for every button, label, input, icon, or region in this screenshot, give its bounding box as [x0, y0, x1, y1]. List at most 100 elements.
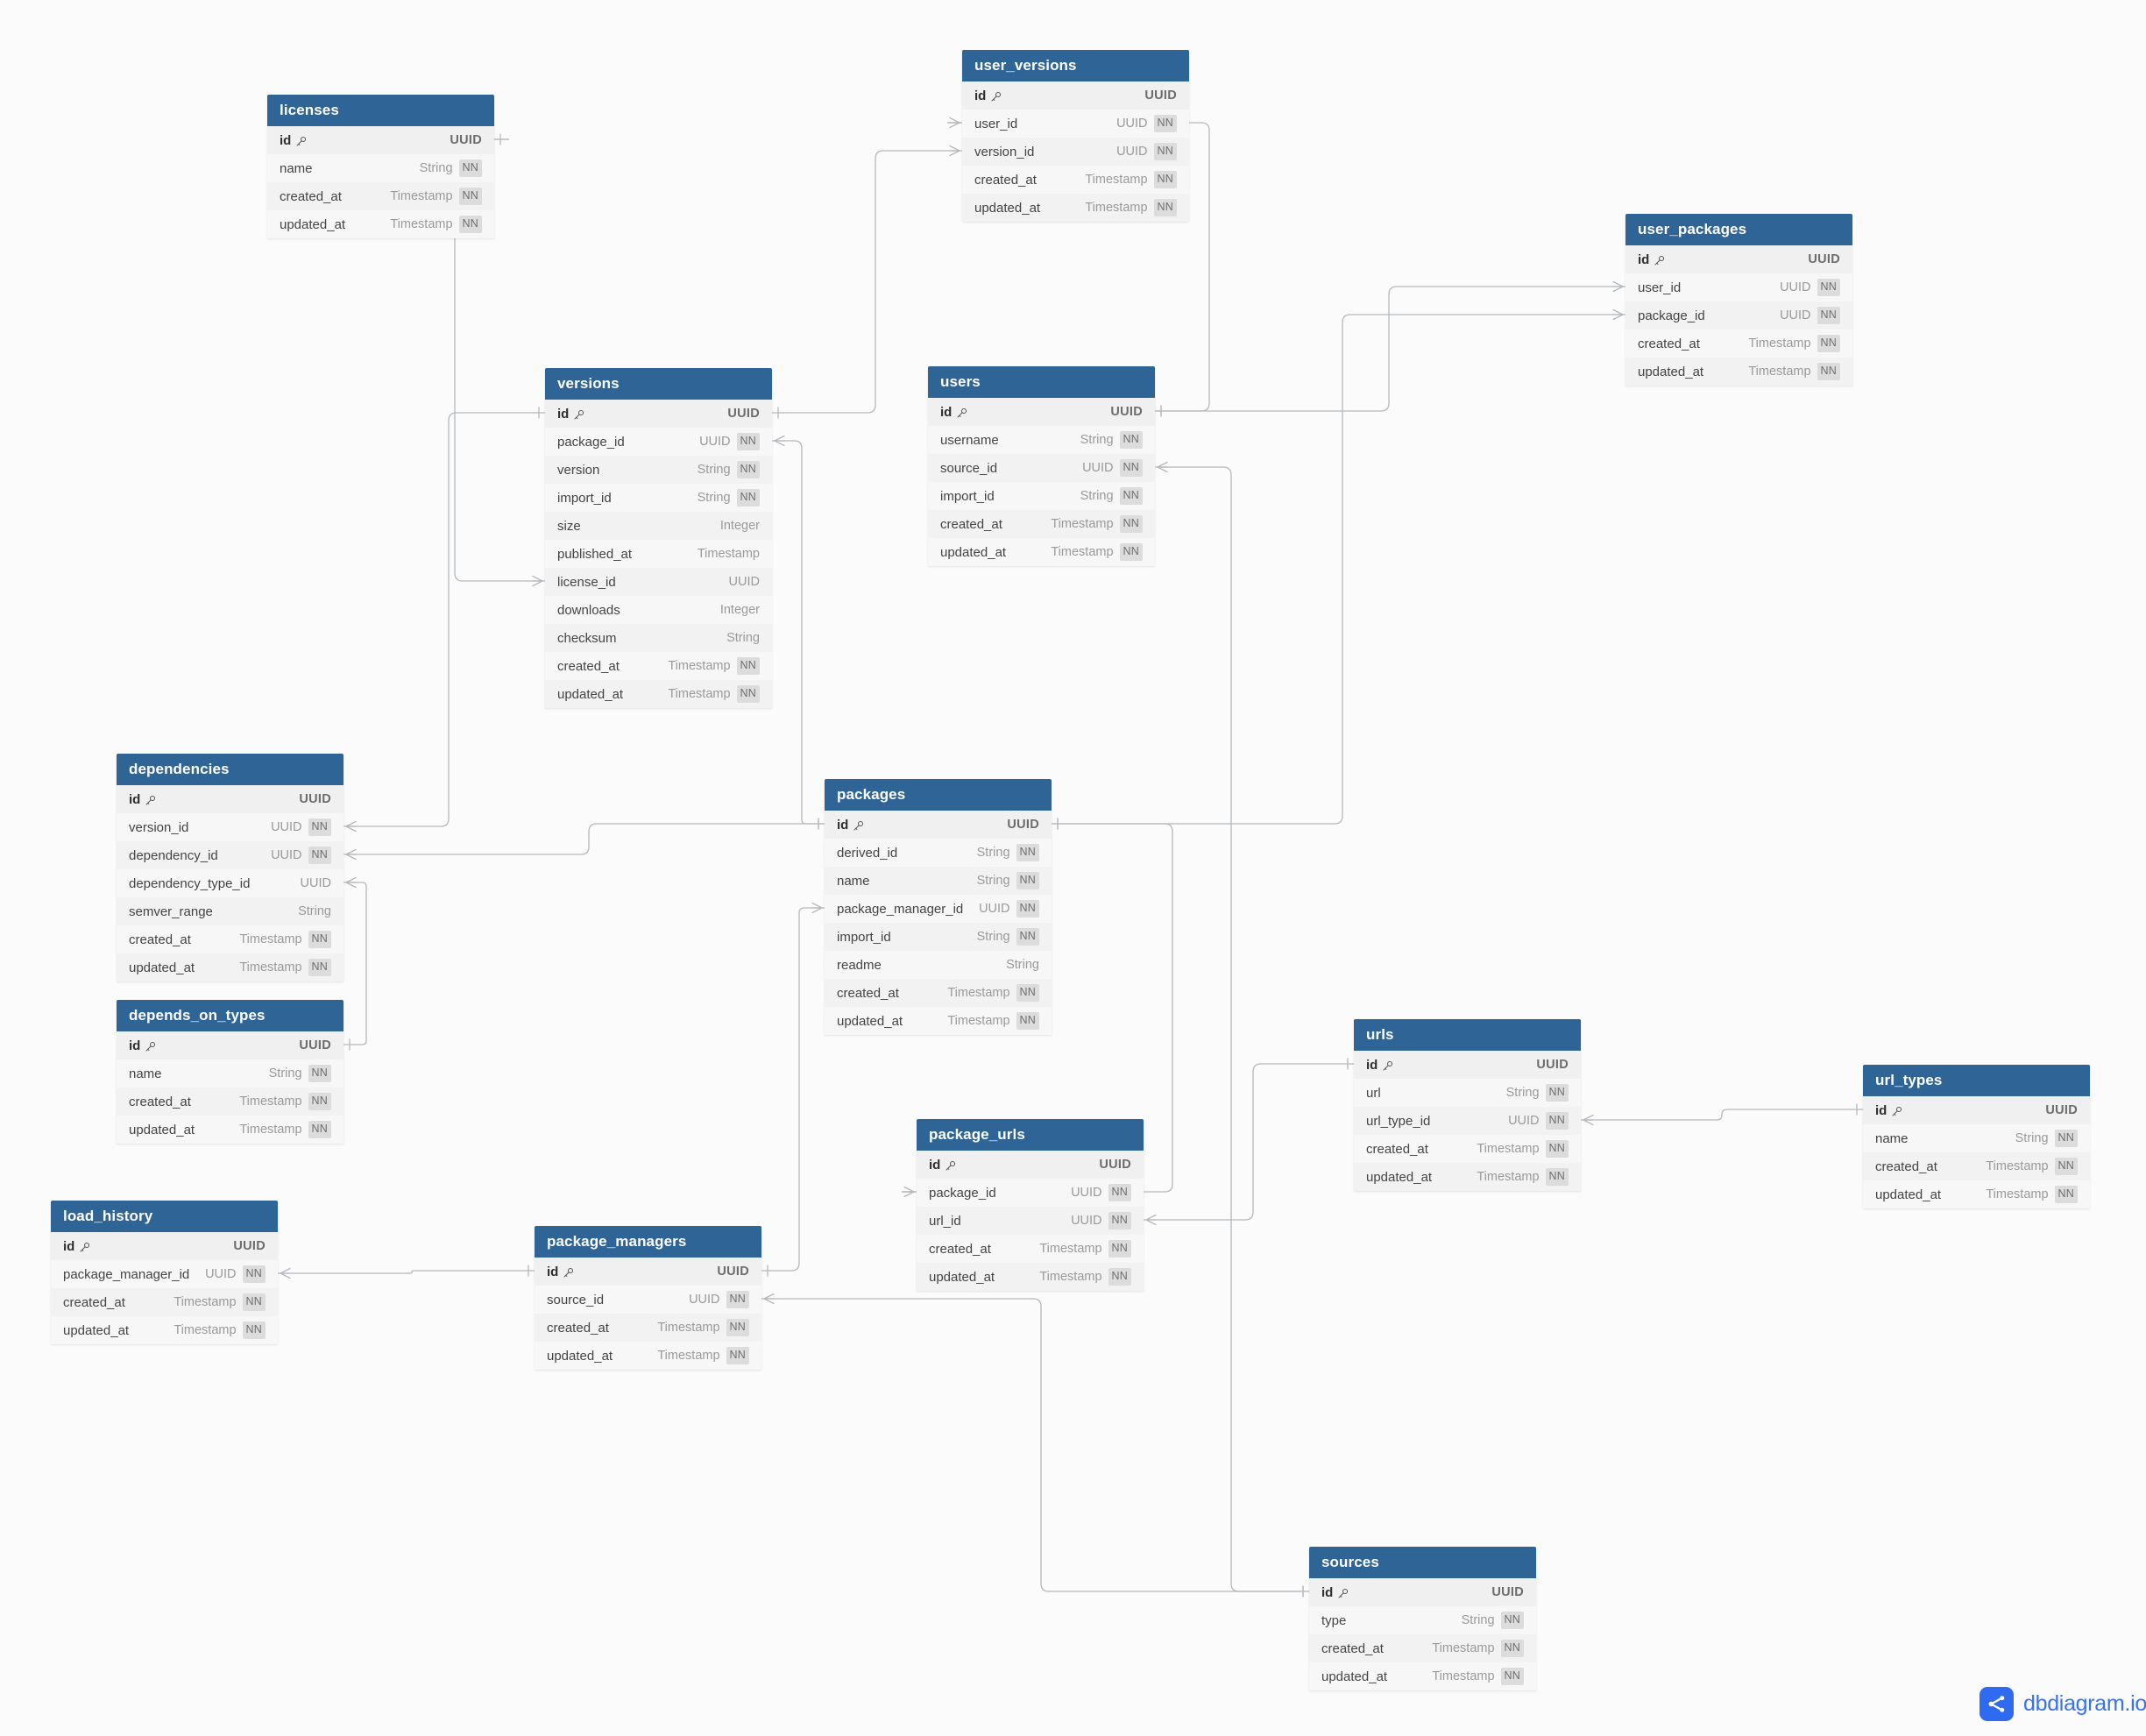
field-row-url_types-updated_at[interactable]: updated_at Timestamp NN — [1863, 1180, 2090, 1208]
field-row-packages-derived_id[interactable]: derived_id String NN — [825, 839, 1052, 867]
table-packages[interactable]: packages id UUID derived_id String NN name Stri… — [825, 779, 1052, 1035]
field-row-sources-id[interactable]: id UUID — [1309, 1578, 1536, 1606]
field-row-package_managers-source_id[interactable]: source_id UUID NN — [535, 1286, 761, 1314]
table-header-dependencies[interactable]: dependencies — [117, 754, 344, 785]
table-licenses[interactable]: licenses id UUID name String NN created_at Time… — [267, 95, 494, 238]
field-row-packages-import_id[interactable]: import_id String NN — [825, 923, 1052, 951]
field-row-user_packages-created_at[interactable]: created_at Timestamp NN — [1625, 329, 1852, 358]
field-row-load_history-package_manager_id[interactable]: package_manager_id UUID NN — [51, 1260, 278, 1288]
field-row-users-source_id[interactable]: source_id UUID NN — [928, 454, 1155, 482]
field-row-url_types-name[interactable]: name String NN — [1863, 1124, 2090, 1152]
table-package_managers[interactable]: package_managers id UUID source_id UUID NN cre… — [535, 1226, 761, 1370]
field-row-licenses-name[interactable]: name String NN — [267, 154, 494, 182]
field-row-dependencies-semver_range[interactable]: semver_range String — [117, 897, 344, 925]
field-row-depends_on_types-created_at[interactable]: created_at Timestamp NN — [117, 1088, 344, 1116]
field-row-load_history-created_at[interactable]: created_at Timestamp NN — [51, 1288, 278, 1316]
field-row-dependencies-version_id[interactable]: version_id UUID NN — [117, 813, 344, 841]
table-load_history[interactable]: load_history id UUID package_manager_id UUID… — [51, 1201, 278, 1344]
table-package_urls[interactable]: package_urls id UUID package_id UUID NN url_id… — [917, 1119, 1144, 1291]
field-row-dependencies-updated_at[interactable]: updated_at Timestamp NN — [117, 953, 344, 981]
table-header-urls[interactable]: urls — [1354, 1019, 1581, 1051]
table-dependencies[interactable]: dependencies id UUID version_id UUID NN depend… — [117, 754, 344, 981]
field-row-packages-name[interactable]: name String NN — [825, 867, 1052, 895]
field-row-urls-url[interactable]: url String NN — [1354, 1079, 1581, 1107]
field-row-versions-package_id[interactable]: package_id UUID NN — [545, 428, 772, 456]
table-depends_on_types[interactable]: depends_on_types id UUID name String NN create… — [117, 1000, 344, 1144]
field-row-users-updated_at[interactable]: updated_at Timestamp NN — [928, 538, 1155, 566]
field-row-depends_on_types-name[interactable]: name String NN — [117, 1059, 344, 1088]
field-row-url_types-id[interactable]: id UUID — [1863, 1096, 2090, 1124]
table-user_packages[interactable]: user_packages id UUID user_id UUID NN package_… — [1625, 214, 1852, 386]
table-header-url_types[interactable]: url_types — [1863, 1065, 2090, 1096]
field-row-urls-id[interactable]: id UUID — [1354, 1051, 1581, 1079]
field-row-urls-url_type_id[interactable]: url_type_id UUID NN — [1354, 1107, 1581, 1135]
field-row-urls-created_at[interactable]: created_at Timestamp NN — [1354, 1135, 1581, 1163]
field-row-user_packages-updated_at[interactable]: updated_at Timestamp NN — [1625, 358, 1852, 386]
field-row-urls-updated_at[interactable]: updated_at Timestamp NN — [1354, 1163, 1581, 1191]
field-row-versions-checksum[interactable]: checksum String — [545, 624, 772, 652]
field-row-users-import_id[interactable]: import_id String NN — [928, 482, 1155, 510]
field-row-packages-id[interactable]: id UUID — [825, 811, 1052, 839]
table-header-load_history[interactable]: load_history — [51, 1201, 278, 1232]
field-row-package_urls-updated_at[interactable]: updated_at Timestamp NN — [917, 1263, 1144, 1291]
field-row-dependencies-created_at[interactable]: created_at Timestamp NN — [117, 925, 344, 953]
dbdiagram-watermark[interactable]: dbdiagram.io — [1980, 1687, 2146, 1721]
field-row-package_urls-package_id[interactable]: package_id UUID NN — [917, 1179, 1144, 1207]
field-row-versions-import_id[interactable]: import_id String NN — [545, 484, 772, 512]
field-row-package_urls-id[interactable]: id UUID — [917, 1151, 1144, 1179]
field-row-licenses-updated_at[interactable]: updated_at Timestamp NN — [267, 210, 494, 238]
field-row-package_managers-updated_at[interactable]: updated_at Timestamp NN — [535, 1342, 761, 1370]
field-row-depends_on_types-updated_at[interactable]: updated_at Timestamp NN — [117, 1116, 344, 1144]
table-header-packages[interactable]: packages — [825, 779, 1052, 811]
field-row-packages-updated_at[interactable]: updated_at Timestamp NN — [825, 1007, 1052, 1035]
field-row-sources-created_at[interactable]: created_at Timestamp NN — [1309, 1634, 1536, 1662]
table-header-sources[interactable]: sources — [1309, 1547, 1536, 1578]
table-header-versions[interactable]: versions — [545, 368, 772, 400]
table-header-user_versions[interactable]: user_versions — [962, 50, 1189, 81]
table-user_versions[interactable]: user_versions id UUID user_id UUID NN version_… — [962, 50, 1189, 222]
field-row-users-username[interactable]: username String NN — [928, 426, 1155, 454]
field-row-packages-readme[interactable]: readme String — [825, 951, 1052, 979]
field-row-packages-package_manager_id[interactable]: package_manager_id UUID NN — [825, 895, 1052, 923]
field-row-licenses-id[interactable]: id UUID — [267, 126, 494, 154]
table-sources[interactable]: sources id UUID type String NN created_at Times… — [1309, 1547, 1536, 1690]
field-row-licenses-created_at[interactable]: created_at Timestamp NN — [267, 182, 494, 210]
field-row-dependencies-id[interactable]: id UUID — [117, 785, 344, 813]
field-row-users-created_at[interactable]: created_at Timestamp NN — [928, 510, 1155, 538]
field-row-versions-size[interactable]: size Integer — [545, 512, 772, 540]
field-row-versions-created_at[interactable]: created_at Timestamp NN — [545, 652, 772, 680]
table-header-user_packages[interactable]: user_packages — [1625, 214, 1852, 245]
field-row-load_history-updated_at[interactable]: updated_at Timestamp NN — [51, 1316, 278, 1344]
field-row-user_versions-version_id[interactable]: version_id UUID NN — [962, 138, 1189, 166]
table-urls[interactable]: urls id UUID url String NN url_type_id UUID NN cr… — [1354, 1019, 1581, 1191]
field-row-dependencies-dependency_id[interactable]: dependency_id UUID NN — [117, 841, 344, 869]
table-url_types[interactable]: url_types id UUID name String NN created_at Tim… — [1863, 1065, 2090, 1208]
field-row-versions-version[interactable]: version String NN — [545, 456, 772, 484]
field-row-url_types-created_at[interactable]: created_at Timestamp NN — [1863, 1152, 2090, 1180]
field-row-sources-updated_at[interactable]: updated_at Timestamp NN — [1309, 1662, 1536, 1690]
field-row-user_packages-user_id[interactable]: user_id UUID NN — [1625, 273, 1852, 301]
table-users[interactable]: users id UUID username String NN source_id UUID… — [928, 366, 1155, 566]
field-row-packages-created_at[interactable]: created_at Timestamp NN — [825, 979, 1052, 1007]
table-header-users[interactable]: users — [928, 366, 1155, 398]
table-header-package_urls[interactable]: package_urls — [917, 1119, 1144, 1151]
field-row-package_managers-id[interactable]: id UUID — [535, 1258, 761, 1286]
field-row-versions-downloads[interactable]: downloads Integer — [545, 596, 772, 624]
field-row-user_packages-id[interactable]: id UUID — [1625, 245, 1852, 273]
field-row-user_versions-user_id[interactable]: user_id UUID NN — [962, 110, 1189, 138]
field-row-user_versions-id[interactable]: id UUID — [962, 81, 1189, 110]
field-row-package_urls-created_at[interactable]: created_at Timestamp NN — [917, 1235, 1144, 1263]
table-header-package_managers[interactable]: package_managers — [535, 1226, 761, 1258]
field-row-versions-license_id[interactable]: license_id UUID — [545, 568, 772, 596]
field-row-user_packages-package_id[interactable]: package_id UUID NN — [1625, 301, 1852, 329]
field-row-users-id[interactable]: id UUID — [928, 398, 1155, 426]
field-row-versions-updated_at[interactable]: updated_at Timestamp NN — [545, 680, 772, 708]
field-row-load_history-id[interactable]: id UUID — [51, 1232, 278, 1260]
table-header-licenses[interactable]: licenses — [267, 95, 494, 126]
table-versions[interactable]: versions id UUID package_id UUID NN version Str… — [545, 368, 772, 708]
field-row-package_urls-url_id[interactable]: url_id UUID NN — [917, 1207, 1144, 1235]
field-row-versions-published_at[interactable]: published_at Timestamp — [545, 540, 772, 568]
field-row-depends_on_types-id[interactable]: id UUID — [117, 1031, 344, 1059]
field-row-dependencies-dependency_type_id[interactable]: dependency_type_id UUID — [117, 869, 344, 897]
field-row-versions-id[interactable]: id UUID — [545, 400, 772, 428]
